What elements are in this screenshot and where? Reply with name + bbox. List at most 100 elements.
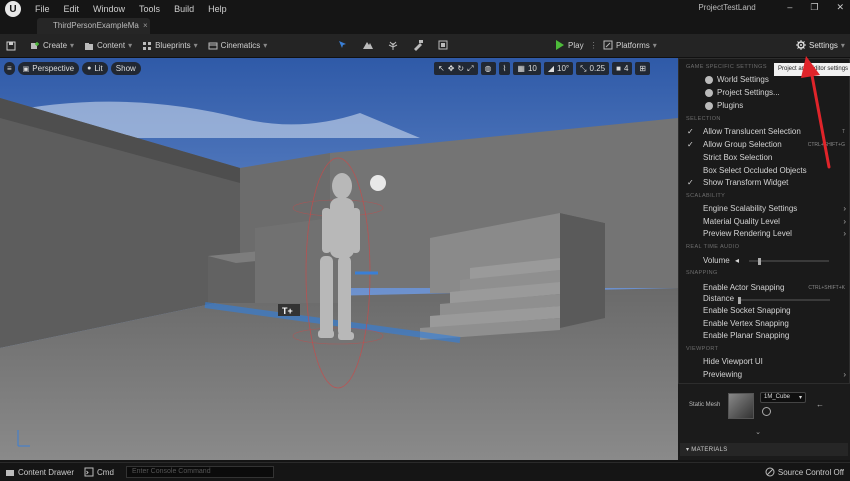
section-snapping: SNAPPING bbox=[686, 270, 718, 276]
menu-tools[interactable]: Tools bbox=[139, 4, 160, 14]
level-tab[interactable]: ThirdPersonExampleMa × bbox=[37, 18, 150, 34]
landscape-mode-icon[interactable] bbox=[362, 39, 374, 51]
settings-button[interactable]: Settings ▾ bbox=[796, 40, 845, 50]
mesh-select[interactable]: 1M_Cube ▾ bbox=[760, 392, 806, 403]
cmd-button[interactable]: Cmd bbox=[84, 467, 114, 477]
platforms-button[interactable]: Platforms ▾ bbox=[603, 40, 657, 50]
close-button[interactable]: ✕ bbox=[836, 2, 844, 13]
blueprints-button[interactable]: Blueprints ▾ bbox=[142, 41, 198, 51]
blueprints-label: Blueprints bbox=[155, 41, 191, 50]
rotation-snap-value: 10° bbox=[557, 64, 570, 73]
blueprints-icon bbox=[143, 41, 152, 50]
grid-snap-value: 10 bbox=[527, 64, 537, 73]
light-gizmo[interactable] bbox=[370, 175, 386, 191]
mode-icons bbox=[337, 39, 449, 51]
box-occluded-item[interactable]: Box Select Occluded Objects bbox=[703, 166, 807, 175]
plugins-icon bbox=[705, 102, 713, 110]
scale-snap-button[interactable]: ⤡ 0.25 bbox=[576, 62, 610, 75]
unreal-logo-icon[interactable]: U bbox=[5, 1, 21, 17]
play-options-icon[interactable]: ⋮ bbox=[590, 41, 598, 50]
strict-box-item[interactable]: Strict Box Selection bbox=[703, 153, 772, 162]
cinematics-icon bbox=[208, 42, 218, 49]
world-local-toggle[interactable]: ◍ bbox=[480, 62, 496, 75]
create-button[interactable]: Create ▾ bbox=[30, 41, 74, 51]
camera-speed-button[interactable]: ■ 4 bbox=[612, 62, 633, 75]
perspective-label: Perspective bbox=[32, 64, 75, 73]
settings-label: Settings bbox=[809, 40, 838, 50]
plugins-item[interactable]: Plugins bbox=[717, 101, 743, 110]
content-drawer-button[interactable]: Content Drawer bbox=[5, 467, 74, 477]
enable-planar-item[interactable]: Enable Planar Snapping bbox=[703, 331, 789, 340]
move-tool-icon[interactable]: ✥ bbox=[448, 64, 455, 73]
source-control-button[interactable]: Source Control Off bbox=[765, 467, 844, 477]
volume-slider[interactable] bbox=[749, 258, 829, 265]
tab-close-icon[interactable]: × bbox=[143, 21, 148, 30]
surface-snap-toggle[interactable]: ⌇ bbox=[498, 62, 511, 75]
modeling-mode-icon[interactable] bbox=[437, 39, 449, 51]
browse-asset-icon[interactable] bbox=[762, 407, 771, 416]
section-scalability: SCALABILITY bbox=[686, 193, 726, 199]
materials-header[interactable]: ▾ MATERIALS bbox=[680, 443, 848, 456]
distance-slider[interactable] bbox=[738, 297, 830, 304]
perspective-button[interactable]: ▣ Perspective bbox=[17, 62, 80, 75]
section-selection: SELECTION bbox=[686, 116, 721, 122]
allow-group-shortcut: CTRL+SHIFT+G bbox=[807, 142, 845, 148]
menu-build[interactable]: Build bbox=[174, 4, 194, 14]
previewing-chevron-icon: › bbox=[843, 370, 846, 379]
level-viewport[interactable]: T+ ≡ ▣ Perspective ● Lit Show ↖ ✥ ↻ ⤢ ◍ bbox=[0, 58, 678, 460]
distance-slider-knob[interactable] bbox=[738, 297, 741, 304]
project-settings-item[interactable]: Project Settings... bbox=[717, 88, 780, 97]
svg-text:T+: T+ bbox=[282, 306, 293, 316]
menu-edit[interactable]: Edit bbox=[64, 4, 80, 14]
back-arrow-icon[interactable]: ← bbox=[816, 400, 824, 409]
content-button[interactable]: Content ▾ bbox=[84, 41, 132, 51]
hide-viewport-ui-item[interactable]: Hide Viewport UI bbox=[703, 357, 763, 366]
preview-rendering-item[interactable]: Preview Rendering Level bbox=[703, 229, 792, 238]
volume-slider-knob[interactable] bbox=[758, 258, 762, 265]
minimize-button[interactable]: – bbox=[787, 2, 792, 13]
mesh-thumbnail[interactable] bbox=[728, 393, 754, 419]
console-input[interactable]: Enter Console Command bbox=[126, 466, 274, 478]
select-mode-icon[interactable] bbox=[337, 39, 349, 51]
advanced-expand-icon[interactable]: ⌄ bbox=[678, 428, 838, 440]
previewing-item[interactable]: Previewing bbox=[703, 370, 742, 379]
maximize-button[interactable]: ❐ bbox=[810, 2, 818, 13]
rotate-tool-icon[interactable]: ↻ bbox=[457, 64, 464, 73]
menu-help[interactable]: Help bbox=[208, 4, 227, 14]
enable-socket-item[interactable]: Enable Socket Snapping bbox=[703, 306, 791, 315]
show-button[interactable]: Show bbox=[110, 62, 141, 75]
platforms-icon bbox=[603, 40, 613, 50]
transform-tools[interactable]: ↖ ✥ ↻ ⤢ bbox=[434, 62, 478, 75]
viewport-menu-button[interactable]: ≡ bbox=[4, 62, 15, 75]
grid-snap-button[interactable]: ▦ 10 bbox=[513, 62, 541, 75]
source-control-off-icon bbox=[765, 467, 775, 477]
play-button[interactable]: Play ⋮ bbox=[556, 40, 598, 50]
select-tool-icon[interactable]: ↖ bbox=[438, 64, 445, 73]
lit-button[interactable]: ● Lit bbox=[82, 62, 108, 75]
save-icon[interactable] bbox=[6, 41, 16, 51]
world-settings-item[interactable]: World Settings bbox=[717, 75, 769, 84]
globe-icon: ◍ bbox=[484, 64, 492, 73]
enable-actor-snapping-item[interactable]: Enable Actor Snapping bbox=[703, 283, 784, 292]
settings-tooltip: Project and Editor settings bbox=[774, 63, 850, 76]
engine-scalability-item[interactable]: Engine Scalability Settings bbox=[703, 204, 797, 213]
viewport-layout-button[interactable]: ⊞ bbox=[635, 62, 651, 75]
rotation-snap-button[interactable]: ◢ 10° bbox=[543, 62, 574, 75]
menu-window[interactable]: Window bbox=[93, 4, 125, 14]
project-settings-icon bbox=[705, 89, 713, 97]
cinematics-button[interactable]: Cinematics ▾ bbox=[208, 41, 267, 51]
status-bar: Content Drawer Cmd Enter Console Command… bbox=[0, 462, 850, 481]
enable-vertex-item[interactable]: Enable Vertex Snapping bbox=[703, 319, 789, 328]
allow-group-item[interactable]: Allow Group Selection bbox=[703, 140, 782, 149]
mesh-paint-mode-icon[interactable] bbox=[412, 39, 424, 51]
surface-snap-icon: ⌇ bbox=[502, 64, 507, 73]
viewport-scene[interactable]: T+ bbox=[0, 58, 678, 460]
speaker-icon[interactable]: ◂ bbox=[735, 256, 739, 265]
material-quality-item[interactable]: Material Quality Level bbox=[703, 217, 780, 226]
static-mesh-label: Static Mesh bbox=[689, 402, 721, 408]
menu-file[interactable]: File bbox=[35, 4, 50, 14]
foliage-mode-icon[interactable] bbox=[387, 39, 399, 51]
show-transform-item[interactable]: Show Transform Widget bbox=[703, 178, 788, 187]
scale-tool-icon[interactable]: ⤢ bbox=[467, 64, 473, 74]
allow-translucent-item[interactable]: Allow Translucent Selection bbox=[703, 127, 801, 136]
